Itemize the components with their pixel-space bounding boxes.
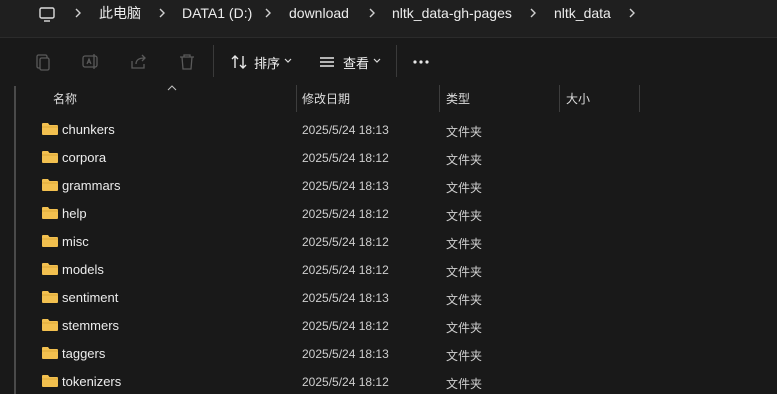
column-header-size[interactable]: 大小 [566,90,590,107]
column-header: 名称 修改日期 类型 大小 [0,85,777,113]
file-modified-date: 2025/5/24 18:13 [302,179,389,193]
file-type: 文件夹 [446,237,483,251]
breadcrumb-data1-drive[interactable]: DATA1 (D:) [182,5,252,25]
folder-icon [42,347,58,359]
breadcrumb-nltk-data[interactable]: nltk_data [554,5,611,25]
file-name[interactable]: tokenizers [62,374,121,389]
file-type: 文件夹 [446,293,483,307]
chevron-right-icon[interactable] [72,7,84,19]
file-name[interactable]: sentiment [62,290,118,305]
view-icon[interactable] [316,51,338,73]
column-header-type[interactable]: 类型 [446,90,470,107]
toolbar-divider [213,45,214,77]
rename-icon[interactable] [80,51,102,73]
file-name[interactable]: models [62,262,104,277]
file-type: 文件夹 [446,209,483,223]
chevron-right-icon[interactable] [527,7,539,19]
this-pc-monitor-icon[interactable] [37,4,57,24]
column-resize-handle[interactable] [439,85,440,112]
file-row[interactable]: misc 2025/5/24 18:12 文件夹 [24,228,777,256]
folder-icon [42,207,58,219]
share-icon[interactable] [128,51,150,73]
folder-icon [42,319,58,331]
file-type: 文件夹 [446,125,483,139]
file-name[interactable]: help [62,206,87,221]
file-name[interactable]: grammars [62,178,121,193]
column-header-name[interactable]: 名称 [53,90,77,107]
file-modified-date: 2025/5/24 18:12 [302,151,389,165]
breadcrumb-download[interactable]: download [289,5,349,25]
folder-icon [42,179,58,191]
file-name[interactable]: corpora [62,150,106,165]
sort-ascending-caret-icon [167,85,177,91]
folder-icon [42,375,58,387]
file-type: 文件夹 [446,349,483,363]
folder-icon [42,123,58,135]
folder-icon [42,263,58,275]
file-row[interactable]: models 2025/5/24 18:12 文件夹 [24,256,777,284]
view-button[interactable]: 查看 [343,53,369,72]
file-modified-date: 2025/5/24 18:13 [302,291,389,305]
command-bar: 排序 查看 [0,39,777,85]
folder-icon [42,235,58,247]
file-type: 文件夹 [446,181,483,195]
column-resize-handle[interactable] [296,85,297,112]
toolbar-divider [396,45,397,77]
file-name[interactable]: taggers [62,346,105,361]
folder-icon [42,291,58,303]
navigation-pane-edge [14,86,16,394]
file-row[interactable]: chunkers 2025/5/24 18:13 文件夹 [24,116,777,144]
column-resize-handle[interactable] [639,85,640,112]
chevron-right-icon[interactable] [156,7,168,19]
file-modified-date: 2025/5/24 18:12 [302,319,389,333]
sort-icon[interactable] [228,51,250,73]
file-name[interactable]: chunkers [62,122,115,137]
address-bar[interactable]: 此电脑 DATA1 (D:) download nltk_data-gh-pag… [0,0,777,38]
file-row[interactable]: stemmers 2025/5/24 18:12 文件夹 [24,312,777,340]
file-row[interactable]: sentiment 2025/5/24 18:13 文件夹 [24,284,777,312]
file-row[interactable]: tokenizers 2025/5/24 18:12 文件夹 [24,368,777,394]
copy-icon[interactable] [32,51,54,73]
breadcrumb-nltk-data-gh-pages[interactable]: nltk_data-gh-pages [392,5,512,25]
file-name[interactable]: stemmers [62,318,119,333]
breadcrumb-this-pc[interactable]: 此电脑 [99,5,141,25]
folder-icon [42,151,58,163]
column-resize-handle[interactable] [559,85,560,112]
file-modified-date: 2025/5/24 18:13 [302,123,389,137]
file-type: 文件夹 [446,153,483,167]
file-row[interactable]: taggers 2025/5/24 18:13 文件夹 [24,340,777,368]
chevron-right-icon[interactable] [366,7,378,19]
chevron-right-icon[interactable] [626,7,638,19]
file-modified-date: 2025/5/24 18:12 [302,235,389,249]
file-row[interactable]: help 2025/5/24 18:12 文件夹 [24,200,777,228]
file-type: 文件夹 [446,265,483,279]
file-modified-date: 2025/5/24 18:12 [302,207,389,221]
chevron-right-icon[interactable] [262,7,274,19]
file-modified-date: 2025/5/24 18:12 [302,375,389,389]
file-row[interactable]: grammars 2025/5/24 18:13 文件夹 [24,172,777,200]
chevron-down-icon[interactable] [373,58,381,64]
file-modified-date: 2025/5/24 18:13 [302,347,389,361]
file-name[interactable]: misc [62,234,89,249]
file-row[interactable]: corpora 2025/5/24 18:12 文件夹 [24,144,777,172]
delete-icon[interactable] [176,51,198,73]
more-ellipsis-icon[interactable] [410,51,432,73]
file-type: 文件夹 [446,377,483,391]
file-modified-date: 2025/5/24 18:12 [302,263,389,277]
chevron-down-icon[interactable] [284,58,292,64]
sort-button[interactable]: 排序 [254,53,280,72]
column-header-modified[interactable]: 修改日期 [302,90,350,107]
file-type: 文件夹 [446,321,483,335]
